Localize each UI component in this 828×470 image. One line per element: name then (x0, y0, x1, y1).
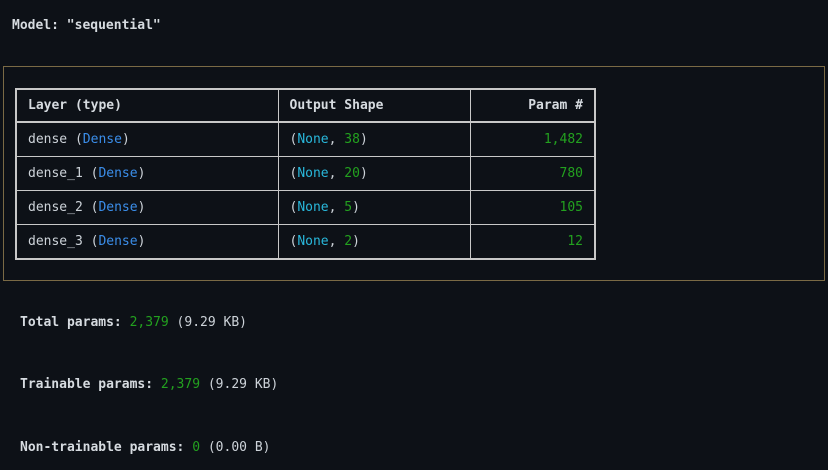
param-count-cell: 105 (469, 189, 596, 226)
param-count-cell: 12 (469, 224, 596, 260)
trainable-params-size: (9.29 KB) (207, 377, 279, 392)
table-row: dense_2 (Dense) (None, 5) 105 (15, 189, 596, 226)
shape-dim: 20 (344, 165, 360, 181)
layer-name: dense_3 (28, 234, 83, 250)
layer-cell: dense (Dense) (15, 121, 279, 157)
non-trainable-params-label: Non-trainable params: (20, 440, 185, 455)
shape-dim: 38 (344, 131, 360, 147)
param-count-cell: 1,482 (469, 121, 596, 157)
table-header-row: Layer (type) Output Shape Param # (15, 88, 596, 123)
layer-name: dense_1 (28, 165, 83, 181)
shape-none: None (297, 131, 329, 147)
trainable-params-line: Trainable params: 2,379 (9.29 KB) (20, 376, 278, 394)
layer-cell: dense_3 (Dense) (15, 224, 279, 260)
shape-none: None (297, 234, 329, 250)
shape-none: None (297, 165, 329, 181)
non-trainable-params-value: 0 (192, 440, 201, 455)
layer-cell: dense_2 (Dense) (15, 189, 279, 226)
non-trainable-params-line: Non-trainable params: 0 (0.00 B) (20, 439, 270, 457)
output-shape-cell: (None, 2) (277, 224, 471, 260)
layer-type: Dense (82, 131, 122, 147)
output-shape-cell: (None, 20) (277, 155, 471, 192)
trainable-params-label: Trainable params: (20, 377, 154, 392)
output-shape-cell: (None, 5) (277, 189, 471, 226)
layer-name: dense (28, 131, 68, 147)
table-row: dense (Dense) (None, 38) 1,482 (15, 121, 596, 157)
trainable-params-value: 2,379 (160, 377, 201, 392)
table-row: dense_3 (Dense) (None, 2) 12 (15, 224, 596, 260)
layer-type: Dense (98, 234, 138, 250)
model-title-prefix: Model: (12, 18, 67, 33)
header-param-count: Param # (469, 88, 596, 123)
total-params-label: Total params: (20, 315, 122, 330)
shape-none: None (297, 200, 329, 216)
model-title: Model: "sequential" (12, 17, 161, 35)
model-name: "sequential" (66, 18, 161, 33)
non-trainable-params-size: (0.00 B) (207, 440, 271, 455)
param-count-cell: 780 (469, 155, 596, 192)
layer-name: dense_2 (28, 200, 83, 216)
header-layer-type: Layer (type) (15, 88, 279, 123)
header-output-shape: Output Shape (277, 88, 471, 123)
shape-dim: 2 (344, 234, 353, 250)
output-shape-cell: (None, 38) (277, 121, 471, 157)
layer-type: Dense (98, 165, 138, 181)
layer-type: Dense (98, 200, 138, 216)
table-row: dense_1 (Dense) (None, 20) 780 (15, 155, 596, 192)
layer-cell: dense_1 (Dense) (15, 155, 279, 192)
shape-dim: 5 (344, 200, 353, 216)
model-summary-table: Layer (type) Output Shape Param # dense … (15, 88, 596, 260)
total-params-value: 2,379 (129, 315, 169, 330)
total-params-line: Total params: 2,379 (9.29 KB) (20, 314, 247, 332)
total-params-size: (9.29 KB) (176, 315, 247, 330)
